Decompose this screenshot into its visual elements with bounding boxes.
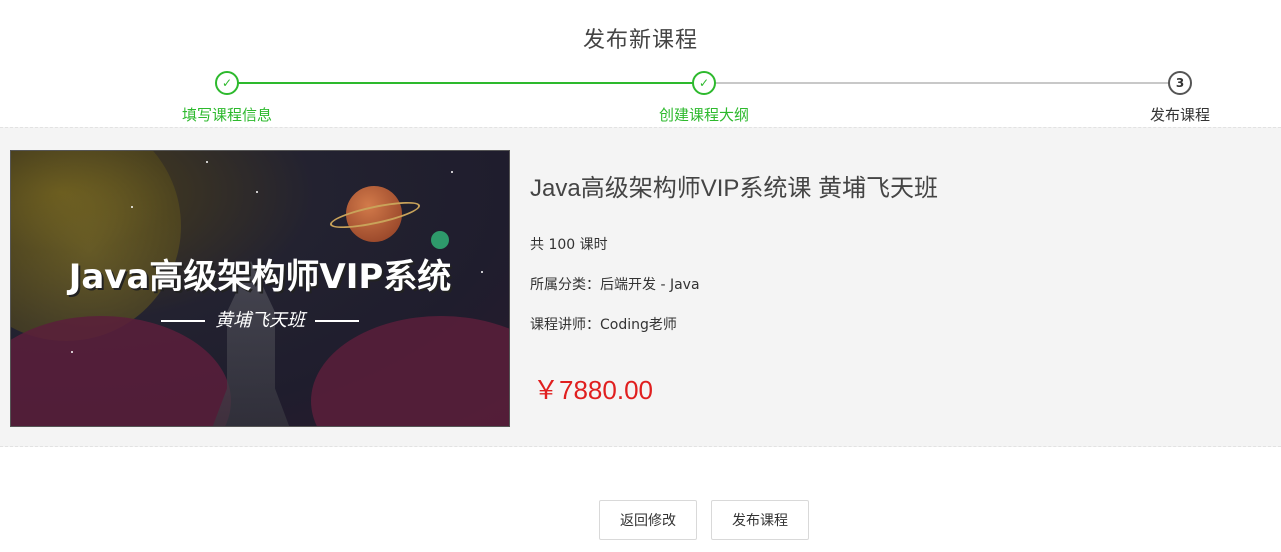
- cover-moon-icon: [431, 231, 449, 249]
- teacher-label: 课程讲师：: [530, 317, 600, 333]
- course-name: Java高级架构师VIP系统课 黄埔飞天班: [530, 175, 939, 202]
- cover-title: Java高级架构师VIP系统: [68, 257, 452, 297]
- category-label: 所属分类：: [530, 277, 600, 293]
- step-connector-2: [704, 82, 1180, 84]
- step-1-check-icon: ✓: [215, 71, 239, 95]
- back-edit-button[interactable]: 返回修改: [599, 500, 697, 540]
- cover-star: [206, 161, 208, 163]
- teacher-value: Coding老师: [600, 317, 677, 333]
- course-category: 所属分类：后端开发 - Java: [530, 274, 700, 294]
- publish-course-button[interactable]: 发布课程: [711, 500, 809, 540]
- step-3-number: 3: [1168, 71, 1192, 95]
- step-2-check-icon: ✓: [692, 71, 716, 95]
- course-info: Java高级架构师VIP系统课 黄埔飞天班: [530, 168, 938, 203]
- category-value: 后端开发 - Java: [600, 277, 700, 293]
- cover-star: [451, 171, 453, 173]
- cover-cloud-right: [311, 316, 509, 426]
- course-cover-image: Java高级架构师VIP系统 黄埔飞天班: [10, 150, 510, 427]
- cover-star: [71, 351, 73, 353]
- course-teacher: 课程讲师：Coding老师: [530, 314, 677, 334]
- course-preview-card: Java高级架构师VIP系统 黄埔飞天班 Java高级架构师VIP系统课 黄埔飞…: [0, 127, 1281, 447]
- cover-star: [256, 191, 258, 193]
- course-price: ￥7880.00: [533, 375, 653, 405]
- cover-subtitle: 黄埔飞天班: [11, 306, 509, 332]
- step-3-label: 发布课程: [1149, 106, 1210, 124]
- cover-cloud-left: [11, 316, 231, 426]
- step-connector-1: [227, 82, 704, 84]
- course-lessons: 共 100 课时: [530, 237, 608, 253]
- step-1-label: 填写课程信息: [181, 106, 272, 124]
- page-title: 发布新课程: [582, 28, 698, 53]
- step-2-label: 创建课程大纲: [658, 106, 749, 124]
- cover-star: [131, 206, 133, 208]
- progress-steps: ✓ ✓ 3 填写课程信息 创建课程大纲 发布课程: [0, 70, 1281, 128]
